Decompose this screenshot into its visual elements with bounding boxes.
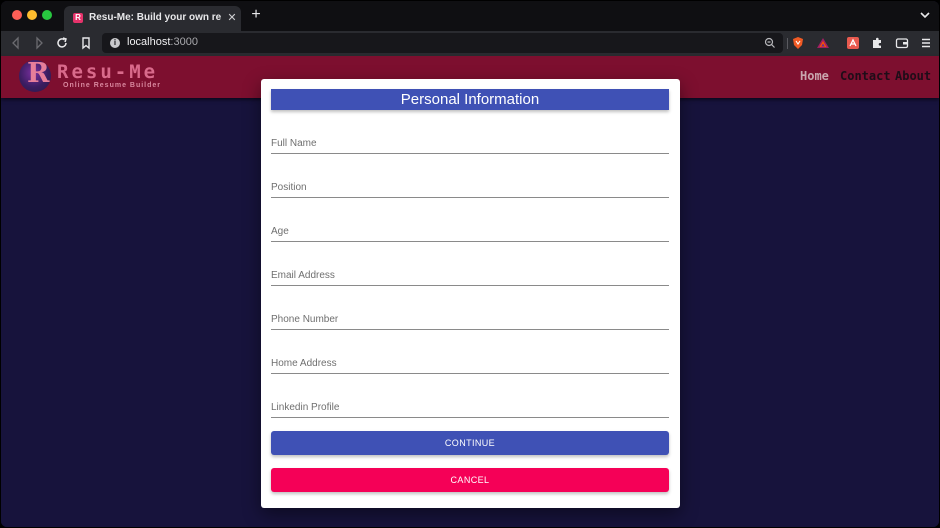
forward-icon[interactable] bbox=[32, 36, 46, 50]
new-tab-button[interactable]: + bbox=[249, 7, 263, 23]
age-field bbox=[271, 216, 669, 242]
full-name-field bbox=[271, 128, 669, 154]
nav-link-about[interactable]: About bbox=[895, 69, 931, 85]
continue-button[interactable]: CONTINUE bbox=[271, 431, 669, 455]
minimize-window-button[interactable] bbox=[27, 10, 37, 20]
position-field bbox=[271, 172, 669, 198]
site-info-icon[interactable]: i bbox=[110, 38, 120, 48]
toolbar-separator bbox=[787, 38, 788, 49]
phone-input[interactable] bbox=[271, 304, 669, 330]
chevron-down-icon[interactable] bbox=[919, 9, 931, 21]
linkedin-field bbox=[271, 392, 669, 418]
logo-title[interactable]: Resu-Me bbox=[57, 61, 158, 83]
extension-icon[interactable] bbox=[846, 36, 860, 50]
home-address-input[interactable] bbox=[271, 348, 669, 374]
brave-shields-icon[interactable] bbox=[791, 36, 805, 50]
tab-strip: R Resu-Me: Build your own resume ✕ + bbox=[1, 1, 939, 31]
tab-active[interactable]: R Resu-Me: Build your own resume ✕ bbox=[64, 6, 241, 31]
brave-rewards-icon[interactable] bbox=[816, 36, 830, 50]
email-input[interactable] bbox=[271, 260, 669, 286]
url-text[interactable]: localhost:3000 bbox=[127, 36, 198, 48]
dialog-title: Personal Information bbox=[271, 89, 669, 110]
age-input[interactable] bbox=[271, 216, 669, 242]
wallet-icon[interactable] bbox=[895, 36, 909, 50]
back-icon[interactable] bbox=[9, 36, 23, 50]
maximize-window-button[interactable] bbox=[42, 10, 52, 20]
url-port: :3000 bbox=[170, 36, 198, 48]
nav-link-contact[interactable]: Contact bbox=[840, 69, 891, 85]
tab-close-icon[interactable]: ✕ bbox=[226, 11, 238, 25]
phone-field bbox=[271, 304, 669, 330]
personal-info-dialog: Personal Information CONTINUE bbox=[261, 79, 680, 508]
favicon-icon: R bbox=[73, 13, 83, 23]
nav-link-home[interactable]: Home bbox=[800, 69, 829, 85]
reload-icon[interactable] bbox=[55, 36, 69, 50]
puzzle-icon[interactable] bbox=[870, 36, 884, 50]
email-field bbox=[271, 260, 669, 286]
full-name-input[interactable] bbox=[271, 128, 669, 154]
browser-window: R Resu-Me: Build your own resume ✕ + i l… bbox=[1, 1, 939, 527]
home-address-field bbox=[271, 348, 669, 374]
menu-icon[interactable] bbox=[919, 36, 933, 50]
browser-toolbar: i localhost:3000 bbox=[1, 31, 939, 56]
logo-tagline: Online Resume Builder bbox=[63, 82, 162, 89]
tab-title: Resu-Me: Build your own resume bbox=[89, 12, 221, 23]
position-input[interactable] bbox=[271, 172, 669, 198]
address-bar[interactable]: i localhost:3000 bbox=[102, 33, 783, 53]
close-window-button[interactable] bbox=[12, 10, 22, 20]
url-host: localhost bbox=[127, 36, 171, 48]
page-viewport: R Resu-Me Online Resume Builder Home Con… bbox=[1, 56, 939, 527]
cancel-button[interactable]: CANCEL bbox=[271, 468, 669, 492]
zoom-icon[interactable] bbox=[764, 37, 776, 49]
bookmark-icon[interactable] bbox=[79, 36, 93, 50]
logo-letter: R bbox=[27, 58, 50, 89]
linkedin-input[interactable] bbox=[271, 392, 669, 418]
